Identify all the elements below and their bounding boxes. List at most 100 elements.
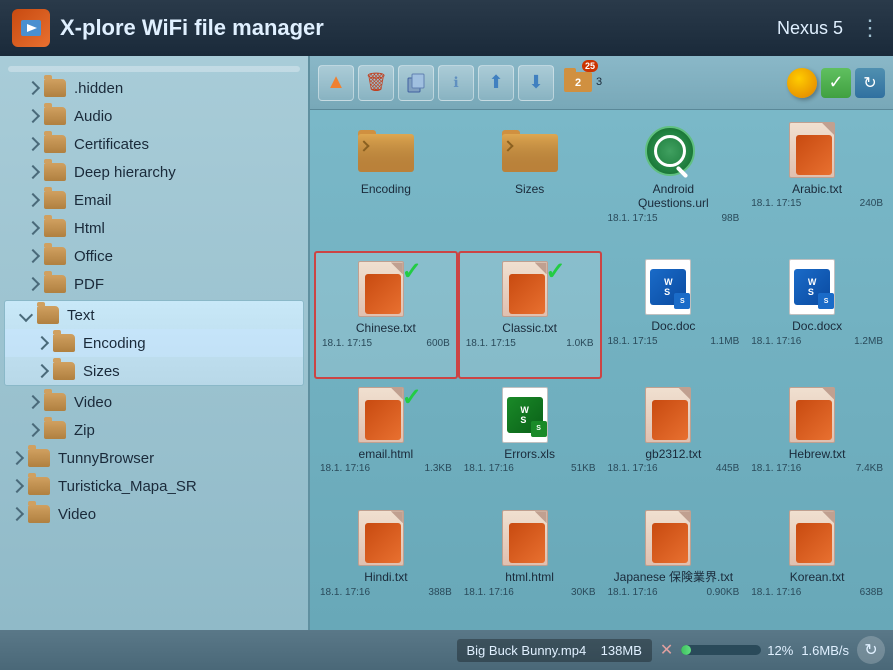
file-cell-android-questions[interactable]: AndroidQuestions.url 18.1. 17:15 98B bbox=[602, 114, 746, 251]
upload-button[interactable]: ⬆ bbox=[478, 65, 514, 101]
file-size: 7.4KB bbox=[856, 463, 883, 474]
file-cell-arabic[interactable]: Arabic.txt 18.1. 17:15 240B bbox=[745, 114, 889, 251]
file-size: 30KB bbox=[571, 587, 595, 598]
file-cell-chinese[interactable]: ✓ Chinese.txt 18.1. 17:15 600B bbox=[314, 251, 458, 378]
file-date: 18.1. 17:16 bbox=[320, 463, 370, 474]
status-refresh-button[interactable]: ↻ bbox=[857, 636, 885, 664]
folder-icon bbox=[44, 107, 66, 125]
chevron-icon bbox=[26, 81, 40, 95]
speed-label: 1.6MB/s bbox=[801, 643, 849, 658]
sidebar-item-turisticka[interactable]: Turisticka_Mapa_SR bbox=[0, 472, 308, 500]
chevron-icon bbox=[26, 395, 40, 409]
sidebar-item-zip[interactable]: Zip bbox=[0, 416, 308, 444]
sidebar-item-pdf[interactable]: PDF bbox=[0, 270, 308, 298]
ws-logo: WS S bbox=[650, 269, 686, 305]
file-cell-hebrew[interactable]: Hebrew.txt 18.1. 17:16 7.4KB bbox=[745, 379, 889, 503]
file-counter: 2 25 bbox=[562, 64, 594, 101]
file-name: Japanese 保険業界.txt bbox=[614, 570, 733, 584]
txt-icon-wrapper bbox=[358, 510, 414, 566]
refresh-button[interactable]: ↻ bbox=[855, 68, 885, 98]
sidebar-item-label: Sizes bbox=[83, 363, 120, 380]
sidebar-item-hidden[interactable]: .hidden bbox=[0, 74, 308, 102]
checkmark-button[interactable]: ✓ bbox=[821, 68, 851, 98]
file-date: 18.1. 17:16 bbox=[608, 463, 658, 474]
nav-up-button[interactable]: ▲ bbox=[318, 65, 354, 101]
file-cell-sizes[interactable]: Sizes bbox=[458, 114, 602, 251]
file-name: Hebrew.txt bbox=[789, 447, 846, 461]
file-date: 18.1. 17:16 bbox=[464, 463, 514, 474]
copy-icon bbox=[405, 72, 427, 94]
download-button[interactable]: ⬇ bbox=[518, 65, 554, 101]
file-cell-docx[interactable]: WS S Doc.docx 18.1. 17:16 1.2MB bbox=[745, 251, 889, 378]
folder-icon bbox=[53, 362, 75, 380]
sidebar-item-certificates[interactable]: Certificates bbox=[0, 130, 308, 158]
html-icon-wrapper: ✓ bbox=[358, 387, 414, 443]
sidebar-item-video[interactable]: Video bbox=[0, 388, 308, 416]
file-cell-gb2312[interactable]: gb2312.txt 18.1. 17:16 445B bbox=[602, 379, 746, 503]
sidebar-item-html[interactable]: Html bbox=[0, 214, 308, 242]
info-button[interactable]: ℹ bbox=[438, 65, 474, 101]
txt-icon bbox=[502, 261, 548, 317]
sidebar-item-label: Encoding bbox=[83, 335, 146, 352]
file-cell-email-html[interactable]: ✓ email.html 18.1. 17:16 1.3KB bbox=[314, 379, 458, 503]
file-cell-errors-xls[interactable]: WS S Errors.xls 18.1. 17:16 51KB bbox=[458, 379, 602, 503]
chevron-icon bbox=[10, 451, 24, 465]
url-icon-wrapper bbox=[645, 122, 701, 178]
xls-icon-wrapper: WS S bbox=[502, 387, 558, 443]
txt-icon-wrapper bbox=[645, 510, 701, 566]
file-cell-html-html[interactable]: html.html 18.1. 17:16 30KB bbox=[458, 502, 602, 626]
cancel-transfer-button[interactable]: ✕ bbox=[660, 640, 673, 660]
file-size: 1.2MB bbox=[854, 336, 883, 347]
chevron-icon bbox=[10, 507, 24, 521]
folder-icon bbox=[28, 505, 50, 523]
file-meta: 18.1. 17:16 51KB bbox=[462, 463, 598, 474]
txt-icon bbox=[789, 510, 835, 566]
sidebar-item-audio[interactable]: Audio bbox=[0, 102, 308, 130]
chevron-icon bbox=[35, 336, 49, 350]
sidebar-item-label: Video bbox=[74, 394, 112, 411]
sidebar-item-office[interactable]: Office bbox=[0, 242, 308, 270]
copy-button[interactable] bbox=[398, 65, 434, 101]
file-name: Sizes bbox=[515, 182, 544, 196]
orange-ball-button[interactable] bbox=[787, 68, 817, 98]
sidebar-item-tinnybrowser[interactable]: TunnyBrowser bbox=[0, 444, 308, 472]
file-meta: 18.1. 17:16 30KB bbox=[462, 587, 598, 598]
file-name: Doc.docx bbox=[792, 319, 842, 333]
file-cell-doc[interactable]: WS S Doc.doc 18.1. 17:15 1.1MB bbox=[602, 251, 746, 378]
sidebar-item-video2[interactable]: Video bbox=[0, 500, 308, 528]
file-cell-classic[interactable]: ✓ Classic.txt 18.1. 17:15 1.0KB bbox=[458, 251, 602, 378]
file-cell-encoding[interactable]: Encoding bbox=[314, 114, 458, 251]
sidebar-item-email[interactable]: Email bbox=[0, 186, 308, 214]
sidebar-item-encoding[interactable]: Encoding bbox=[5, 329, 303, 357]
delete-button[interactable]: 🗑 bbox=[358, 65, 394, 101]
html-icon bbox=[358, 387, 404, 443]
txt-icon bbox=[789, 387, 835, 443]
folder-icon bbox=[44, 191, 66, 209]
sidebar-item-label: Video bbox=[58, 506, 96, 523]
sidebar-item-label: Certificates bbox=[74, 136, 149, 153]
file-name: Korean.txt bbox=[790, 570, 845, 584]
file-cell-korean[interactable]: Korean.txt 18.1. 17:16 638B bbox=[745, 502, 889, 626]
menu-dots-button[interactable]: ⋮ bbox=[859, 15, 881, 41]
file-cell-hindi[interactable]: Hindi.txt 18.1. 17:16 388B bbox=[314, 502, 458, 626]
doc-icon-wrapper: WS S bbox=[645, 259, 701, 315]
sidebar-item-label: Zip bbox=[74, 422, 95, 439]
file-size: 445B bbox=[716, 463, 739, 474]
txt-logo bbox=[652, 400, 688, 440]
sidebar-item-sizes[interactable]: Sizes bbox=[5, 357, 303, 385]
txt-icon bbox=[358, 261, 404, 317]
title-right: Nexus 5 ⋮ bbox=[777, 15, 881, 41]
sidebar-item-text[interactable]: Text bbox=[5, 301, 303, 329]
xls-badge: S bbox=[531, 421, 547, 437]
file-cell-japanese[interactable]: Japanese 保険業界.txt 18.1. 17:16 0.90KB bbox=[602, 502, 746, 626]
folder-svg bbox=[358, 126, 414, 174]
txt-icon bbox=[645, 510, 691, 566]
sidebar-item-deep-hierarchy[interactable]: Deep hierarchy bbox=[0, 158, 308, 186]
txt-logo bbox=[796, 523, 832, 563]
txt-icon-wrapper: ✓ bbox=[502, 261, 558, 317]
file-meta: 18.1. 17:16 1.2MB bbox=[749, 336, 885, 347]
toolbar: ▲ 🗑 ℹ ⬆ ⬇ 2 25 3 bbox=[310, 56, 893, 110]
file-name: html.html bbox=[505, 570, 554, 584]
file-name: Errors.xls bbox=[504, 447, 555, 461]
folder-icon bbox=[44, 421, 66, 439]
